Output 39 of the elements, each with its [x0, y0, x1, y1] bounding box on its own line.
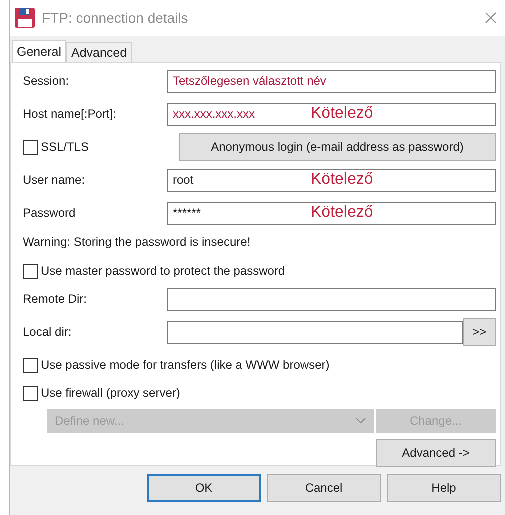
field-label: Local dir: [23, 325, 73, 339]
field-label: Session: [23, 74, 70, 88]
field-label: Host name[:Port]: [23, 107, 118, 121]
warning-text: Warning: Storing the password is insecure! [23, 235, 251, 249]
field-label: Password [23, 206, 77, 220]
tab[interactable]: Advanced [66, 42, 132, 62]
checkbox-label: Use passive mode for transfers (like a WWW browser) [41, 358, 330, 372]
checkbox[interactable] [23, 140, 38, 154]
checkbox-label: SSL/TLS [41, 140, 90, 154]
checkbox[interactable] [23, 358, 38, 372]
checkbox[interactable] [23, 264, 38, 278]
window-title: FTP: connection details [42, 10, 190, 26]
input-field[interactable]: Tetszőlegesen választott név [167, 70, 496, 92]
close-icon[interactable] [485, 12, 497, 24]
advanced-button[interactable]: Advanced -> [376, 439, 496, 467]
dialog-button[interactable]: OK [147, 474, 261, 502]
input-field[interactable]: ****** Kötelező [167, 202, 496, 224]
field-value: ****** [173, 206, 202, 220]
dialog-button[interactable]: Help [387, 474, 501, 502]
required-note: Kötelező [311, 171, 374, 189]
tab[interactable]: General [12, 40, 66, 62]
field-value: root [173, 173, 195, 187]
browse-button[interactable]: >> [463, 318, 496, 346]
field-value: xxx.xxx.xxx.xxx [173, 107, 256, 121]
input-field[interactable]: root Kötelező [167, 168, 496, 192]
anonymous-login-button[interactable]: Anonymous login (e-mail address as password) [179, 133, 496, 161]
required-note: Kötelező [311, 105, 374, 123]
caret-icon [356, 418, 366, 424]
field-value: Tetszőlegesen választott név [173, 74, 326, 88]
checkbox-label: Use firewall (proxy server) [41, 386, 180, 400]
field-label: Remote Dir: [23, 292, 88, 306]
dialog-button[interactable]: Cancel [267, 474, 381, 502]
required-note: Kötelező [311, 204, 374, 222]
checkbox[interactable] [23, 386, 38, 400]
input-field[interactable]: xxx.xxx.xxx.xxx Kötelező [167, 102, 496, 126]
checkbox-label: Use master password to protect the password [41, 264, 286, 278]
input-field[interactable] [167, 288, 496, 310]
input-field[interactable] [167, 320, 463, 344]
field-label: User name: [23, 173, 86, 187]
